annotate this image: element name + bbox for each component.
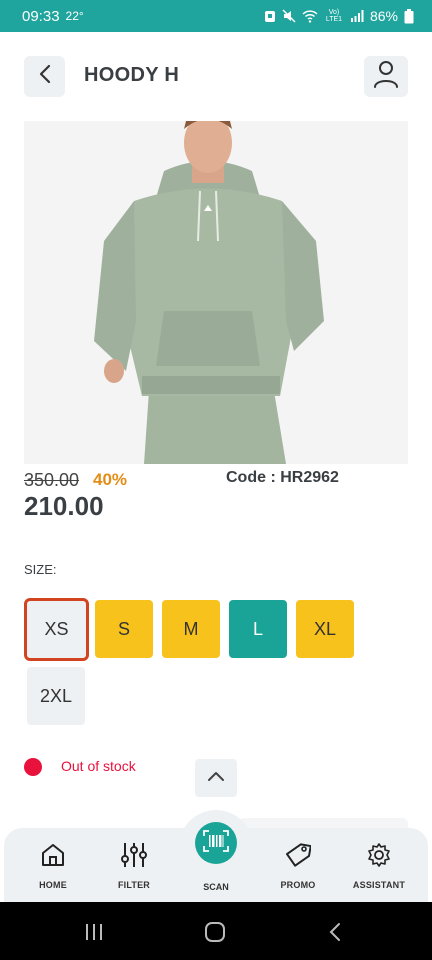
back-system-button[interactable] [325, 920, 345, 944]
barcode-icon [203, 829, 229, 857]
status-time: 09:33 [22, 7, 60, 25]
size-option-2xl[interactable]: 2XL [27, 667, 85, 725]
page-title: HOODY H [84, 64, 180, 86]
chevron-up-icon [207, 769, 225, 787]
back-button[interactable] [24, 56, 65, 97]
nav-promo[interactable]: PROMO [262, 836, 334, 890]
size-option-xl[interactable]: XL [296, 600, 354, 658]
product-code: Code : HR2962 [226, 469, 339, 486]
size-label: SIZE: [24, 562, 57, 577]
system-navigation-bar [0, 902, 432, 960]
user-icon [373, 60, 399, 93]
profile-button[interactable] [364, 56, 408, 97]
mute-icon [282, 9, 296, 23]
discount-percent: 40% [93, 470, 128, 489]
nav-assistant[interactable]: ASSISTANT [343, 836, 415, 890]
nav-filter-label: FILTER [117, 880, 151, 890]
size-option-xs[interactable]: XS [24, 598, 89, 661]
nav-assistant-label: ASSISTANT [352, 880, 406, 890]
nav-scan-label: SCAN [203, 882, 229, 892]
status-temperature: 22° [65, 9, 84, 23]
stock-status-text: Out of stock [61, 758, 136, 774]
filter-icon [120, 836, 148, 874]
expand-panel-button[interactable] [195, 759, 237, 797]
original-price: 350.00 [24, 470, 80, 490]
lte-icon: Vo) LTE1 [325, 9, 343, 23]
chevron-left-icon [38, 64, 52, 89]
nav-home-label: HOME [39, 880, 67, 890]
size-option-l[interactable]: L [229, 600, 287, 658]
stock-status-dot [24, 758, 42, 776]
home-icon [40, 836, 66, 874]
product-image [24, 121, 408, 464]
nav-home[interactable]: HOME [17, 836, 89, 890]
sale-price: 210.00 [24, 491, 104, 521]
nav-promo-label: PROMO [280, 880, 316, 890]
size-option-s[interactable]: S [95, 600, 153, 658]
wifi-icon [302, 9, 318, 23]
tag-icon [285, 836, 311, 874]
status-bar: 09:33 22° Vo) LTE1 86% [0, 0, 432, 32]
signal-icon [350, 10, 364, 22]
size-option-m[interactable]: M [162, 600, 220, 658]
battery-percent: 86% [369, 8, 398, 24]
alarm-icon [264, 9, 276, 23]
battery-icon [404, 8, 414, 24]
gear-icon [366, 836, 392, 874]
nav-scan-button[interactable] [195, 822, 237, 864]
nav-filter[interactable]: FILTER [98, 836, 170, 890]
recent-apps-button[interactable] [82, 920, 106, 944]
home-system-button[interactable] [203, 920, 227, 944]
